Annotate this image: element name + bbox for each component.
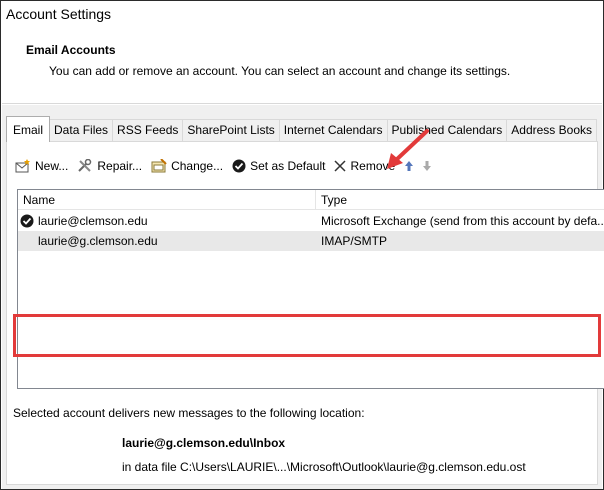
account-row[interactable]: laurie@clemson.edu Microsoft Exchange (s… — [18, 211, 604, 231]
column-header-name[interactable]: Name — [23, 193, 55, 207]
body-panel: Email Data Files RSS Feeds SharePoint Li… — [2, 105, 604, 489]
new-button[interactable]: New... — [15, 159, 68, 173]
repair-tools-icon — [77, 159, 93, 173]
delivery-folder: laurie@g.clemson.edu\Inbox — [122, 436, 286, 450]
tab-sharepoint-lists[interactable]: SharePoint Lists — [182, 119, 280, 142]
header-panel: Email Accounts You can add or remove an … — [2, 28, 602, 104]
account-name: laurie@g.clemson.edu — [38, 234, 158, 248]
annotation-arrow-icon — [387, 129, 429, 169]
set-as-default-label: Set as Default — [250, 159, 326, 173]
list-header: Name Type — [18, 190, 604, 210]
tab-email[interactable]: Email — [6, 116, 51, 142]
delivery-description: Selected account delivers new messages t… — [13, 406, 365, 420]
repair-button[interactable]: Repair... — [77, 159, 142, 173]
window-title: Account Settings — [6, 6, 112, 22]
change-icon — [151, 159, 167, 173]
account-toolbar: New... Repair... Change... Set as Defaul… — [15, 156, 440, 176]
set-as-default-button[interactable]: Set as Default — [232, 159, 325, 173]
tab-data-files[interactable]: Data Files — [49, 119, 114, 142]
remove-x-icon — [334, 160, 347, 172]
accounts-list[interactable]: Name Type laurie@clemson.edu Microsoft E… — [17, 189, 604, 389]
account-settings-dialog: Account Settings Email Accounts You can … — [0, 0, 604, 490]
change-button[interactable]: Change... — [151, 159, 223, 173]
default-account-check-icon — [20, 214, 34, 231]
delivery-data-file: in data file C:\Users\LAURIE\...\Microso… — [122, 460, 526, 474]
column-divider[interactable] — [315, 190, 316, 210]
tab-strip: Email Data Files RSS Feeds SharePoint Li… — [6, 116, 597, 142]
account-row[interactable]: laurie@g.clemson.edu IMAP/SMTP — [18, 231, 604, 251]
tab-address-books[interactable]: Address Books — [506, 119, 597, 142]
tab-internet-calendars[interactable]: Internet Calendars — [278, 119, 388, 142]
email-tab-content: New... Repair... Change... Set as Defaul… — [6, 141, 604, 485]
column-header-type[interactable]: Type — [321, 193, 347, 207]
section-description: You can add or remove an account. You ca… — [49, 64, 511, 78]
account-type: Microsoft Exchange (send from this accou… — [321, 214, 604, 228]
tab-rss-feeds[interactable]: RSS Feeds — [112, 119, 184, 142]
new-button-label: New... — [35, 159, 69, 173]
new-account-icon — [15, 159, 31, 173]
repair-button-label: Repair... — [97, 159, 143, 173]
account-name: laurie@clemson.edu — [38, 214, 148, 228]
change-button-label: Change... — [171, 159, 224, 173]
section-heading: Email Accounts — [26, 43, 116, 57]
account-type: IMAP/SMTP — [321, 234, 388, 248]
checkmark-circle-icon — [232, 159, 246, 173]
